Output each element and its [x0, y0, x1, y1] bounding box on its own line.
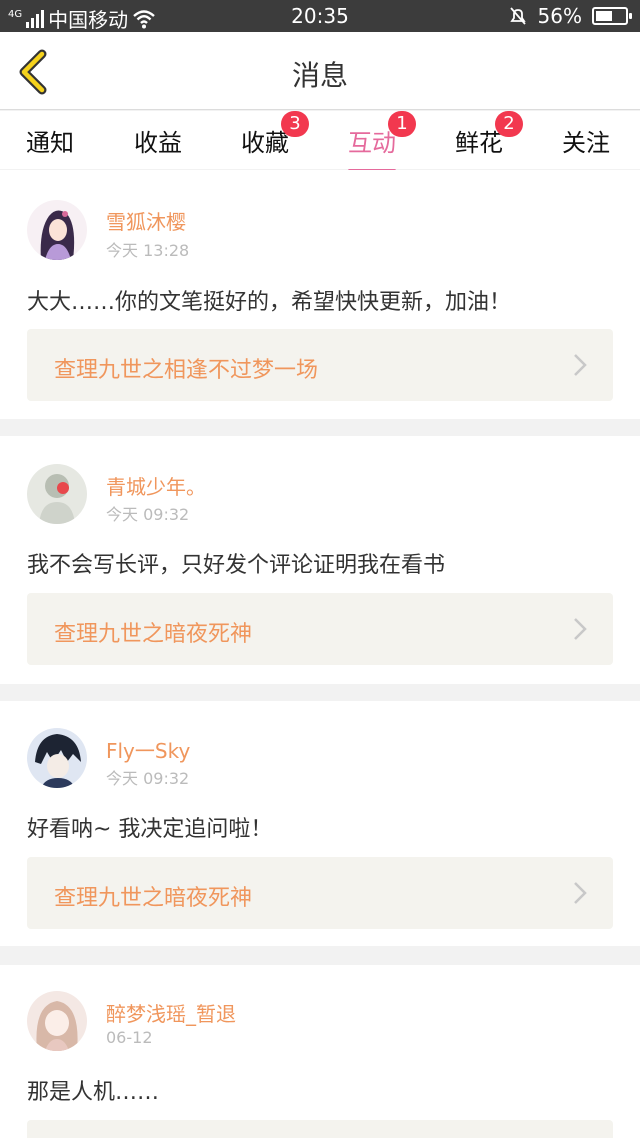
username[interactable]: 醉梦浅瑶_暂退 [106, 998, 236, 1027]
page-title: 消息 [291, 59, 348, 92]
battery-percent: 56% [537, 4, 582, 28]
tab-earnings[interactable]: 收益 [134, 123, 182, 158]
message-card: 雪狐沐樱 今天 13:28 大大……你的文笔挺好的，希望快快更新，加油！ 查理九… [0, 170, 640, 419]
avatar[interactable] [27, 464, 87, 524]
tab-flowers[interactable]: 鲜花 2 [455, 111, 523, 158]
username[interactable]: 青城少年。 [106, 471, 206, 500]
tab-bar: 通知 收益 收藏 3 互动 1 鲜花 2 关注 [0, 111, 640, 172]
chevron-right-icon [574, 882, 587, 904]
battery-fill [596, 11, 612, 21]
tab-label: 通知 [26, 129, 74, 157]
timestamp: 今天 09:32 [106, 769, 190, 788]
battery-icon [592, 7, 632, 25]
status-bar: 4G 中国移动 20:35 56% [0, 0, 640, 32]
book-title: 查理九世之暗夜死神 [54, 622, 253, 647]
tab-interactions[interactable]: 互动 1 [348, 111, 416, 172]
comment-text: 我不会写长评，只好发个评论证明我在看书 [27, 553, 446, 578]
tab-following[interactable]: 关注 [562, 123, 610, 158]
comment-text: 大大……你的文笔挺好的，希望快快更新，加油！ [27, 290, 512, 315]
avatar[interactable] [27, 728, 87, 788]
timestamp: 今天 09:32 [106, 505, 190, 524]
book-link[interactable]: 查理九世之暗夜死神 [27, 857, 613, 929]
comment-text: 好看呐~ 我决定追问啦！ [27, 817, 273, 842]
tab-favorites[interactable]: 收藏 3 [241, 111, 309, 158]
avatar-image [40, 210, 75, 260]
username[interactable]: Fly一Sky [106, 735, 190, 764]
timestamp: 今天 13:28 [106, 241, 190, 260]
tab-label: 收益 [134, 129, 182, 157]
avatar[interactable] [27, 200, 87, 260]
username[interactable]: 雪狐沐樱 [106, 206, 186, 235]
book-title: 查理九世之暗夜死神 [54, 886, 253, 911]
book-link[interactable]: 查理九世之相逢不过梦一场 [27, 329, 613, 401]
app-header: 消息 [0, 32, 640, 110]
tab-label: 互动 [348, 129, 396, 157]
bell-muted-icon [509, 7, 526, 25]
message-card: 醉梦浅瑶_暂退 06-12 那是人机…… [0, 965, 640, 1138]
avatar[interactable] [27, 991, 87, 1051]
book-link[interactable]: 查理九世之暗夜死神 [27, 593, 613, 665]
avatar-image [39, 474, 75, 524]
comment-text: 那是人机…… [27, 1080, 160, 1105]
message-card: 青城少年。 今天 09:32 我不会写长评，只好发个评论证明我在看书 查理九世之… [0, 436, 640, 684]
tab-label: 关注 [562, 129, 610, 157]
unread-badge: 1 [388, 111, 416, 137]
message-card: Fly一Sky 今天 09:32 好看呐~ 我决定追问啦！ 查理九世之暗夜死神 [0, 701, 640, 946]
unread-badge: 2 [495, 111, 523, 137]
chevron-right-icon [574, 354, 587, 376]
unread-badge: 3 [281, 111, 309, 137]
book-title: 查理九世之相逢不过梦一场 [54, 358, 319, 383]
avatar-image [36, 1001, 78, 1051]
avatar-image [35, 734, 81, 788]
tab-label: 收藏 [241, 129, 289, 157]
book-link[interactable] [27, 1120, 613, 1138]
tab-notifications[interactable]: 通知 [26, 123, 74, 158]
tab-label: 鲜花 [455, 129, 503, 157]
chevron-right-icon [574, 618, 587, 640]
timestamp: 06-12 [106, 1028, 153, 1047]
